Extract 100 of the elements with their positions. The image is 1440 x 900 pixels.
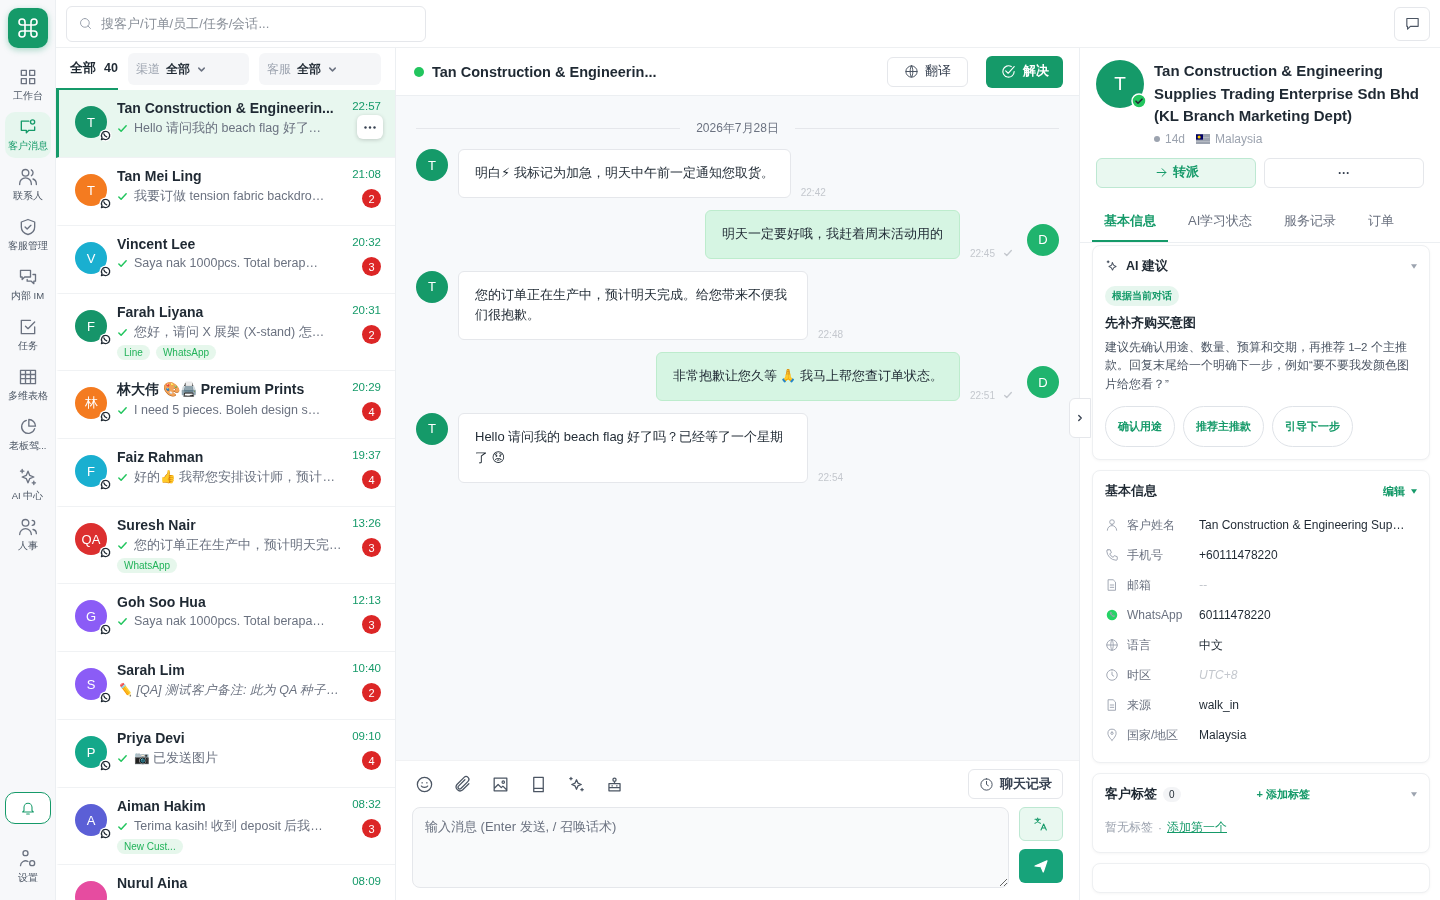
more-button[interactable] <box>357 115 383 139</box>
arrow-right-icon <box>1153 165 1169 180</box>
filter-label: 渠道 <box>135 60 160 78</box>
nav-item[interactable]: 人事 <box>4 512 51 558</box>
message-time: 13:26 <box>352 517 381 529</box>
more-button[interactable]: ··· <box>1264 157 1424 188</box>
conversation-count: 40 <box>104 61 118 75</box>
conversation-item[interactable]: F Farah Liyana 您好，请问 X 展架 (X-stand) 怎… Line WhatsApp 20:31 2 <box>56 294 395 371</box>
separator-dot: · <box>1158 820 1162 835</box>
chat-icon <box>1403 15 1421 32</box>
settings-button[interactable]: 设置 <box>4 844 51 890</box>
conversation-item[interactable]: Nurul Aina 08:09 <box>56 865 395 900</box>
resolve-button[interactable]: 解决 <box>986 55 1063 88</box>
edit-button[interactable]: 编辑 <box>1383 484 1405 500</box>
avatar: S <box>75 668 107 700</box>
unread-count: 4 <box>362 402 381 421</box>
conversation-item[interactable]: G Goh Soo Hua Saya nak 1000pcs. Total berapa… 12:13 3 <box>56 584 395 652</box>
chat-history-button[interactable]: 聊天记录 <box>968 769 1063 799</box>
customer-name: Tan Construction & Engineering Supplies Trading Enterprise Sdn Bhd (KL Branch Marketing Dept) <box>1154 61 1421 126</box>
avatar: T <box>416 149 448 181</box>
message-preview: ✏ [QA] 测试客户备注: 此为 QA 种子… <box>117 682 339 699</box>
add-first-tag-link[interactable]: 添加第一个 <box>1167 819 1227 837</box>
notifications-button[interactable] <box>4 792 51 824</box>
filter-dropdown[interactable]: 渠道 全部 <box>127 53 250 85</box>
caret-icon <box>1411 489 1417 495</box>
panel-tab[interactable]: AI学习状态 <box>1176 205 1265 242</box>
caret-icon[interactable] <box>1411 792 1417 798</box>
whatsapp-icon <box>99 410 112 423</box>
nav-item[interactable]: 客服管理 <box>4 212 51 258</box>
nav-item[interactable]: AI 中心 <box>4 462 51 508</box>
unread-count: 4 <box>362 751 381 770</box>
check-icon <box>117 327 128 338</box>
search-icon <box>78 15 93 31</box>
unread-count: 3 <box>362 819 381 838</box>
unread-count: 3 <box>362 538 381 557</box>
conversation-item[interactable]: QA Suresh Nair 您的订单正在生产中，预计明天完… WhatsApp 13:26 3 <box>56 507 395 584</box>
customer-age: 14d <box>1165 131 1186 146</box>
translate-input-button[interactable] <box>1019 807 1063 841</box>
whatsapp-icon <box>99 546 112 559</box>
status-dot <box>1154 135 1160 142</box>
message-preview: 您好，请问 X 展架 (X-stand) 怎… <box>134 324 325 341</box>
conversation-item[interactable]: 林 林大伟 🎨🖨 Premium Prints I need 5 pieces. Boleh design s… 20:29 4 <box>56 371 395 439</box>
globe-icon <box>1105 638 1119 653</box>
card-title: AI 建议 <box>1126 257 1168 275</box>
send-button[interactable] <box>1019 849 1063 883</box>
nav-item[interactable]: 任务 <box>4 312 51 358</box>
clock-icon <box>979 776 994 792</box>
panel-tab[interactable]: 订单 <box>1356 205 1407 242</box>
chat-bubbles-icon <box>17 267 38 287</box>
customer-country: Malaysia <box>1215 131 1263 146</box>
flag-icon <box>1196 133 1211 144</box>
nav-item[interactable]: 联系人 <box>4 162 51 208</box>
conversation-item[interactable]: P Priya Devi 📷 已发送图片 09:10 4 <box>56 720 395 788</box>
avatar: V <box>75 242 107 274</box>
field-value: +60111478220 <box>1199 548 1278 563</box>
check-icon <box>117 257 128 269</box>
conversation-item[interactable]: T Tan Mei Ling 我要订做 tension fabric backdro… 21:08 2 <box>56 158 395 226</box>
check-icon <box>117 540 128 551</box>
conversation-item[interactable]: T Tan Construction & Engineerin... Hello 请问我的 beach flag 好了… 22:57 <box>56 90 395 158</box>
message-preview: 您的订单正在生产中，预计明天完… <box>134 537 342 554</box>
filter-dropdown[interactable]: 客服 全部 <box>259 53 381 85</box>
caret-icon[interactable] <box>1411 263 1417 269</box>
avatar: T <box>75 174 107 206</box>
whatsapp-icon <box>99 759 112 772</box>
messages-button[interactable] <box>1394 6 1430 41</box>
suggestion-button[interactable]: 引导下一步 <box>1272 406 1353 448</box>
conversation-item[interactable]: A Aiman Hakim Terima kasih! 收到 deposit 后我… New Cust... 08:32 3 <box>56 788 395 865</box>
app-logo[interactable] <box>7 8 48 48</box>
whatsapp-icon <box>99 265 112 278</box>
chat-title: Tan Construction & Engineerin... <box>432 63 658 80</box>
add-tag-button[interactable]: + 添加标签 <box>1256 787 1311 803</box>
unread-count: 3 <box>362 615 381 634</box>
unread-count: 2 <box>362 325 381 344</box>
message-time: 21:08 <box>352 168 381 180</box>
message-input[interactable]: 输入消息 (Enter 发送, / 召唤话术) <box>412 807 1009 888</box>
suggestion-button[interactable]: 推荐主推款 <box>1183 406 1264 448</box>
message-preview: Saya nak 1000pcs. Total berap… <box>134 256 318 270</box>
message-time: 20:31 <box>352 304 381 316</box>
nav-item[interactable]: 老板驾... <box>4 412 51 458</box>
unread-count: 3 <box>362 257 381 276</box>
conversation-item[interactable]: S Sarah Lim ✏ [QA] 测试客户备注: 此为 QA 种子… 10:40 2 <box>56 652 395 720</box>
check-icon <box>117 821 128 832</box>
avatar: T <box>416 270 448 303</box>
suggestion-button[interactable]: 确认用途 <box>1105 406 1175 448</box>
field-label: 来源 <box>1127 696 1152 714</box>
search-field[interactable]: 搜客户/订单/员工/任务/会话... <box>66 5 426 42</box>
unread-count: 4 <box>362 470 381 489</box>
avatar: A <box>75 804 107 836</box>
contact-name: Suresh Nair <box>117 517 197 533</box>
conversation-item[interactable]: F Faiz Rahman 好的👍 我帮您安排设计师，预计… 19:37 4 <box>56 439 395 507</box>
panel-tab[interactable]: 服务记录 <box>1272 205 1349 242</box>
nav-item[interactable]: 内部 IM <box>4 262 51 308</box>
nav-item[interactable]: 多维表格 <box>4 362 51 408</box>
conversation-item[interactable]: V Vincent Lee Saya nak 1000pcs. Total berap… 20:32 3 <box>56 226 395 294</box>
customer-avatar: T <box>1096 60 1144 108</box>
panel-tab[interactable]: 基本信息 <box>1092 205 1168 242</box>
clock-icon <box>1105 668 1119 683</box>
nav-item[interactable]: 工作台 <box>4 62 51 108</box>
translate-button[interactable]: 翻译 <box>887 56 968 87</box>
contact-name: Tan Construction & Engineerin... <box>117 100 335 116</box>
